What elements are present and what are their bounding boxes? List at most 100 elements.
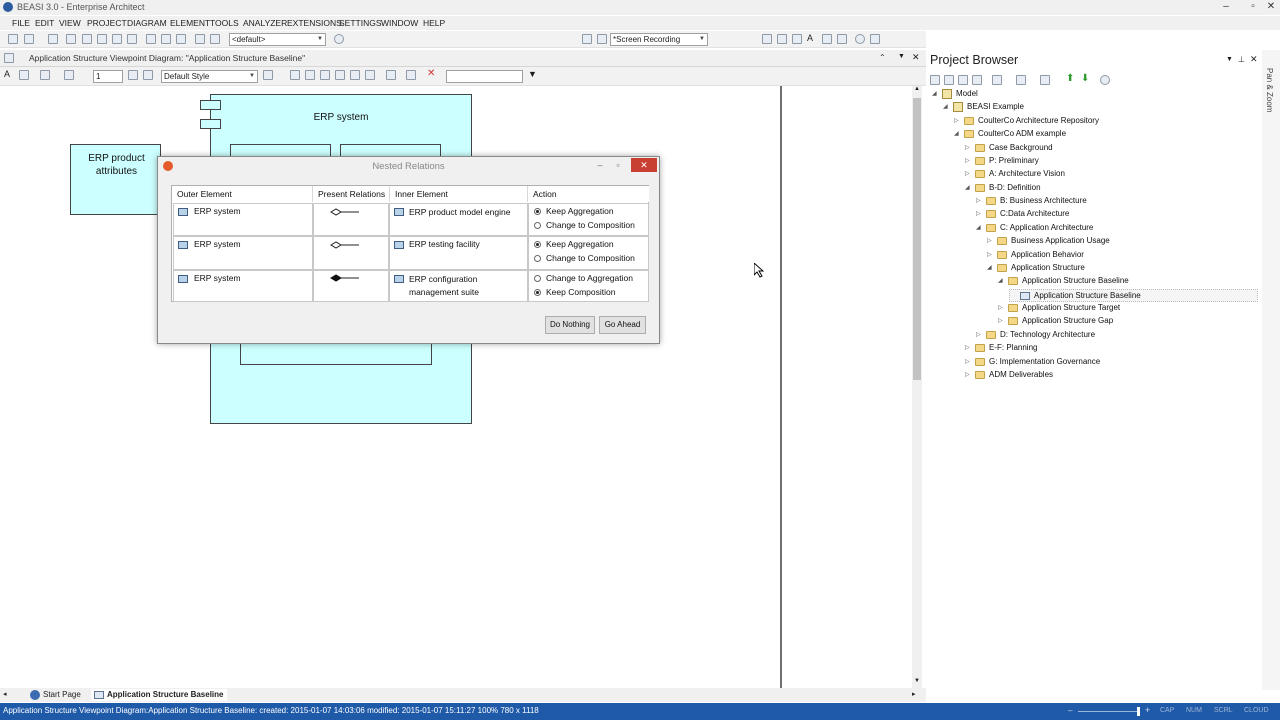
- go-ahead-button[interactable]: Go Ahead: [599, 316, 646, 334]
- scroll-up-icon[interactable]: ▲: [914, 86, 920, 92]
- find-in-model-icon[interactable]: [1100, 75, 1110, 85]
- expand-arrow-icon[interactable]: ▷: [976, 331, 981, 338]
- radio-change-to-aggregation[interactable]: [534, 275, 541, 282]
- tree-item[interactable]: ▷ D: Technology Architecture: [976, 329, 1258, 342]
- workspace-icon[interactable]: [597, 34, 607, 44]
- menu-window[interactable]: WINDOW: [381, 18, 418, 28]
- expand-arrow-icon[interactable]: ▷: [965, 157, 970, 164]
- tree-item[interactable]: ◢ BEASI Example: [943, 101, 1258, 114]
- close-dialog-button[interactable]: ✕: [631, 158, 657, 172]
- expand-arrow-icon[interactable]: ▷: [987, 251, 992, 258]
- align-right-icon[interactable]: [320, 70, 330, 80]
- tree-item[interactable]: ▷ Business Application Usage: [987, 235, 1258, 248]
- tab-start-page[interactable]: Start Page: [27, 689, 85, 701]
- minimize-button[interactable]: –: [1219, 1, 1233, 13]
- move-down-icon[interactable]: ⬇: [1081, 73, 1089, 84]
- menu-file[interactable]: FILE: [12, 18, 30, 28]
- print-icon[interactable]: [176, 34, 186, 44]
- align-top-icon[interactable]: [335, 70, 345, 80]
- expand-arrow-icon[interactable]: ▷: [987, 237, 992, 244]
- canvas-scrollbar[interactable]: ▲ ▼: [912, 86, 922, 690]
- radio-change-to-composition[interactable]: [534, 255, 541, 262]
- collapse-icon[interactable]: ⌃: [879, 53, 886, 62]
- package-icon[interactable]: [777, 34, 787, 44]
- menu-settings[interactable]: SETTINGS: [339, 18, 382, 28]
- new-model-icon[interactable]: [930, 75, 940, 85]
- radio-keep-aggregation[interactable]: [534, 208, 541, 215]
- expand-arrow-icon[interactable]: ▷: [954, 117, 959, 124]
- scroll-down-icon[interactable]: ▼: [914, 678, 920, 684]
- properties-icon[interactable]: [992, 75, 1002, 85]
- expand-arrow-icon[interactable]: ▷: [965, 144, 970, 151]
- tree-item[interactable]: ▷ P: Preliminary: [965, 155, 1258, 168]
- scrollbar-thumb[interactable]: [913, 98, 921, 380]
- tree-item[interactable]: ▷ E-F: Planning: [965, 342, 1258, 355]
- filter-icon[interactable]: ▼: [528, 69, 538, 79]
- tree-item[interactable]: ▷ Application Structure Gap: [998, 315, 1258, 328]
- collapse-arrow-icon[interactable]: ◢: [932, 90, 937, 97]
- tree-item[interactable]: ▷ ADM Deliverables: [965, 369, 1258, 382]
- perspective-combo[interactable]: <default> ▼: [229, 33, 326, 46]
- dialog-titlebar[interactable]: Nested Relations – ▫ ✕: [158, 157, 659, 175]
- zoom-in-icon[interactable]: +: [1145, 705, 1150, 715]
- filter-input[interactable]: [446, 70, 523, 83]
- style-combo[interactable]: Default Style ▼: [161, 70, 258, 83]
- properties-icon[interactable]: [792, 34, 802, 44]
- minimize-button[interactable]: –: [593, 160, 607, 171]
- layout-icon[interactable]: [582, 34, 592, 44]
- new-element-icon[interactable]: [972, 75, 982, 85]
- zoom-icon[interactable]: [195, 34, 205, 44]
- format-painter-icon[interactable]: [128, 70, 138, 80]
- paste-icon[interactable]: [97, 34, 107, 44]
- tree-item[interactable]: ▷ Case Background: [965, 142, 1258, 155]
- new-diagram-icon[interactable]: [958, 75, 968, 85]
- tree-item[interactable]: ◢ Application Structure Baseline: [998, 275, 1258, 288]
- menu-analyzer[interactable]: ANALYZER: [243, 18, 287, 28]
- tree-item[interactable]: ◢ C: Application Architecture: [976, 222, 1258, 235]
- zoom-out-icon[interactable]: –: [1068, 706, 1072, 715]
- tree-item[interactable]: ◢ Model: [932, 88, 1258, 101]
- eyedropper-icon[interactable]: [143, 70, 153, 80]
- expand-arrow-icon[interactable]: ▷: [998, 304, 1003, 311]
- cut-icon[interactable]: [66, 34, 76, 44]
- line-color-icon[interactable]: [64, 70, 74, 80]
- menu-help[interactable]: HELP: [423, 18, 445, 28]
- chevron-down-icon[interactable]: ▼: [1226, 56, 1233, 63]
- expand-arrow-icon[interactable]: ▷: [976, 210, 981, 217]
- resources-icon[interactable]: [837, 34, 847, 44]
- settings-icon[interactable]: [210, 34, 220, 44]
- open-icon[interactable]: [24, 34, 34, 44]
- delete-icon[interactable]: ✕: [427, 68, 437, 79]
- tree-item[interactable]: Application Structure Baseline: [1009, 288, 1258, 302]
- tree-item[interactable]: ▷ Application Behavior: [987, 249, 1258, 262]
- globe-icon[interactable]: [334, 34, 344, 44]
- undo-icon[interactable]: [112, 34, 122, 44]
- erp-product-attributes-element[interactable]: ERP product attributes: [70, 144, 161, 215]
- collapse-arrow-icon[interactable]: ◢: [943, 103, 948, 110]
- options-icon[interactable]: [1040, 75, 1050, 85]
- tree-item[interactable]: ◢ Application Structure: [987, 262, 1258, 275]
- menu-edit[interactable]: EDIT: [35, 18, 54, 28]
- auto-route-icon[interactable]: [406, 70, 416, 80]
- find-icon[interactable]: [146, 34, 156, 44]
- tab-scroll-left-icon[interactable]: ◂: [3, 690, 7, 698]
- maximize-button[interactable]: ▫: [611, 160, 625, 171]
- close-window-button[interactable]: ✕: [1264, 1, 1278, 13]
- close-diagram-icon[interactable]: ✕: [912, 52, 920, 63]
- tree-item[interactable]: ▷ G: Implementation Governance: [965, 356, 1258, 369]
- close-panel-icon[interactable]: ✕: [1250, 54, 1258, 65]
- redo-icon[interactable]: [127, 34, 137, 44]
- tab-application-structure-baseline[interactable]: Application Structure Baseline: [91, 689, 228, 701]
- line-width-combo[interactable]: 1: [93, 70, 123, 83]
- expand-arrow-icon[interactable]: ▷: [976, 197, 981, 204]
- chevron-down-icon[interactable]: ▼: [898, 53, 905, 60]
- pan-zoom-tab[interactable]: Pan & Zoom: [1265, 68, 1274, 112]
- pin-icon[interactable]: ⊥: [1238, 55, 1245, 64]
- tree-item[interactable]: ◢ CoulterCo ADM example: [954, 128, 1258, 141]
- expand-arrow-icon[interactable]: ▷: [965, 358, 970, 365]
- notes-icon[interactable]: [822, 34, 832, 44]
- radio-keep-aggregation[interactable]: [534, 241, 541, 248]
- zoom-slider-thumb[interactable]: [1137, 707, 1140, 716]
- element-list-icon[interactable]: [762, 34, 772, 44]
- tree-item[interactable]: ▷ CoulterCo Architecture Repository: [954, 115, 1258, 128]
